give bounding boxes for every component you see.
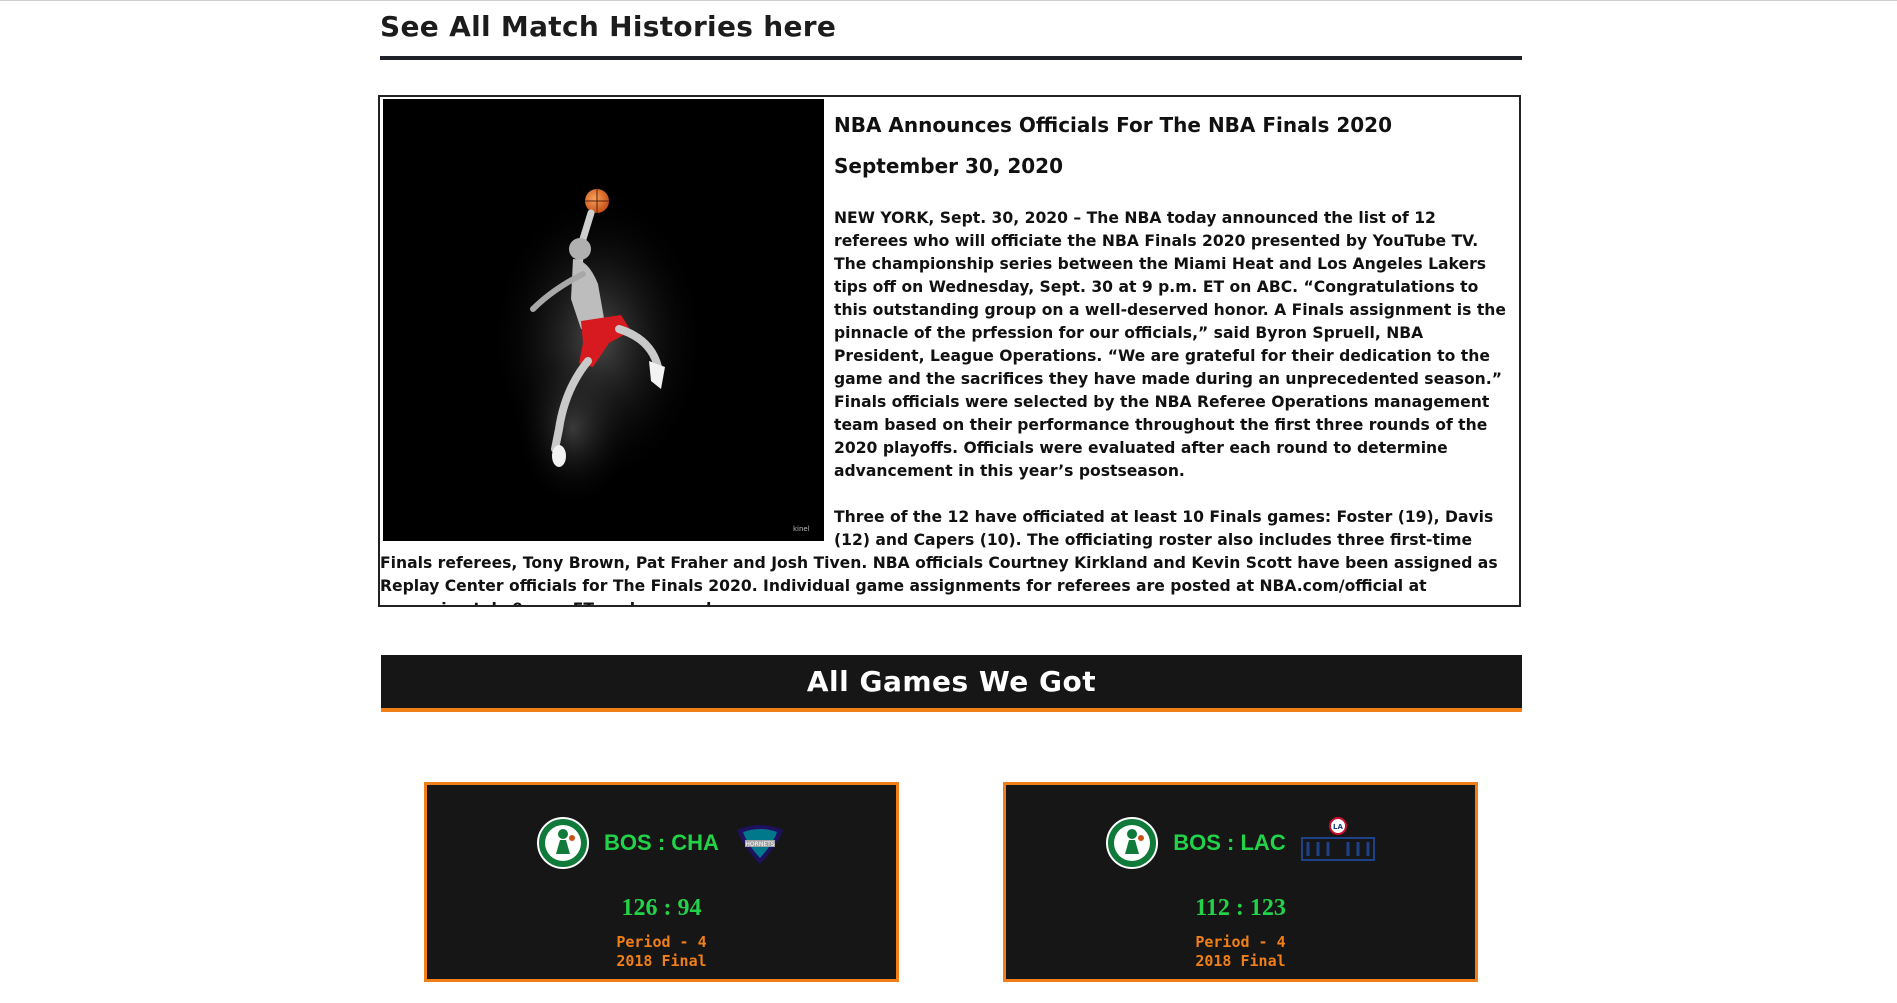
celtics-logo-icon — [1105, 816, 1159, 870]
matchup-row: BOS : CHA HORNETS — [427, 813, 896, 873]
match-histories-link[interactable]: See All Match Histories here — [380, 10, 836, 43]
top-border — [0, 0, 1897, 1]
svg-text:HORNETS: HORNETS — [745, 841, 774, 848]
svg-text:kinel: kinel — [793, 525, 810, 533]
hornets-logo-icon: HORNETS — [733, 816, 787, 870]
matchup-row: BOS : LAC LA — [1006, 813, 1475, 873]
game-card[interactable]: BOS : CHA HORNETS 126 : 94 Period - 4 20… — [424, 782, 899, 982]
season-label: 2018 Final — [1195, 952, 1286, 970]
header-divider — [380, 56, 1522, 60]
score: 112 : 123 — [1195, 895, 1286, 921]
period-label: Period - 4 — [616, 933, 707, 951]
season-label: 2018 Final — [616, 952, 707, 970]
games-section-title: All Games We Got — [806, 665, 1097, 698]
svg-text:LA: LA — [1333, 823, 1343, 831]
game-card[interactable]: BOS : LAC LA 112 : 123 Period - 4 2018 F… — [1003, 782, 1478, 982]
period-label: Period - 4 — [1195, 933, 1286, 951]
basketball-player-dunk-image: kinel — [383, 99, 824, 541]
news-article: kinel NBA Announces Officials For The NB… — [378, 95, 1521, 607]
score: 126 : 94 — [621, 895, 702, 921]
clippers-logo-icon: LA — [1300, 816, 1376, 870]
matchup-label: BOS : LAC — [1173, 830, 1286, 855]
matchup-label: BOS : CHA — [604, 830, 719, 855]
celtics-logo-icon — [536, 816, 590, 870]
games-section-header: All Games We Got — [381, 655, 1522, 712]
